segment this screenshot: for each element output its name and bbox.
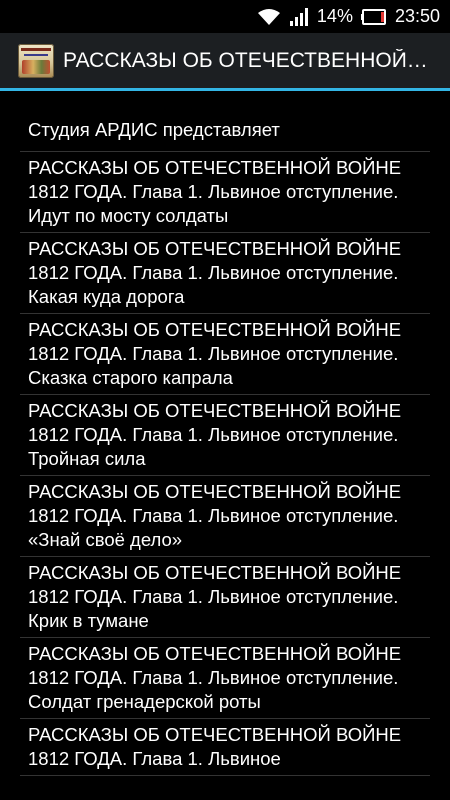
app-title: РАССКАЗЫ ОБ ОТЕЧЕСТВЕННОЙ… xyxy=(63,48,428,72)
list-item[interactable]: РАССКАЗЫ ОБ ОТЕЧЕСТВЕННОЙ ВОЙНЕ 1812 ГОД… xyxy=(20,557,430,638)
app-book-cover-icon[interactable] xyxy=(18,43,54,78)
action-bar: РАССКАЗЫ ОБ ОТЕЧЕСТВЕННОЙ… xyxy=(0,33,450,91)
list-item[interactable]: Студия АРДИС представляет xyxy=(20,94,430,152)
battery-icon xyxy=(360,8,387,25)
list-item[interactable]: РАССКАЗЫ ОБ ОТЕЧЕСТВЕННОЙ ВОЙНЕ 1812 ГОД… xyxy=(20,395,430,476)
list-item[interactable]: РАССКАЗЫ ОБ ОТЕЧЕСТВЕННОЙ ВОЙНЕ 1812 ГОД… xyxy=(20,233,430,314)
list-item[interactable]: РАССКАЗЫ ОБ ОТЕЧЕСТВЕННОЙ ВОЙНЕ 1812 ГОД… xyxy=(20,719,430,776)
wifi-icon xyxy=(257,8,281,26)
list-item[interactable]: РАССКАЗЫ ОБ ОТЕЧЕСТВЕННОЙ ВОЙНЕ 1812 ГОД… xyxy=(20,152,430,233)
chapter-list[interactable]: Студия АРДИС представляет РАССКАЗЫ ОБ ОТ… xyxy=(20,94,430,800)
list-item[interactable]: РАССКАЗЫ ОБ ОТЕЧЕСТВЕННОЙ ВОЙНЕ 1812 ГОД… xyxy=(20,314,430,395)
list-item[interactable]: РАССКАЗЫ ОБ ОТЕЧЕСТВЕННОЙ ВОЙНЕ 1812 ГОД… xyxy=(20,476,430,557)
status-bar: 14% 23:50 xyxy=(0,0,450,33)
battery-percent: 14% xyxy=(316,6,353,26)
clock: 23:50 xyxy=(394,6,440,26)
signal-icon xyxy=(289,7,309,27)
list-item[interactable]: РАССКАЗЫ ОБ ОТЕЧЕСТВЕННОЙ ВОЙНЕ 1812 ГОД… xyxy=(20,638,430,719)
